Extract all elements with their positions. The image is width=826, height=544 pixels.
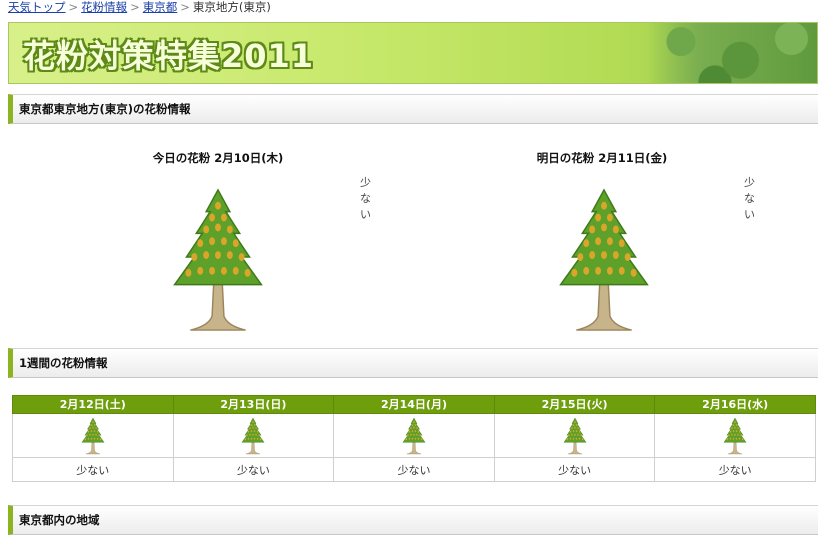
tomorrow-level: 少ない — [744, 176, 755, 221]
pollen-tree-icon — [80, 417, 106, 455]
weekly-level: 少ない — [172, 457, 335, 482]
weekly-date: 2月16日(水) — [654, 395, 816, 414]
banner-title: 花粉対策特集2011 — [23, 37, 315, 75]
section-header-areas: 東京都内の地域 — [8, 505, 818, 535]
weekly-pollen-table: 2月12日(土) 2月13日(日) 2月14日(月) 2月15日(火) 2月16… — [12, 395, 816, 482]
feature-banner: 花粉対策特集2011 — [8, 22, 818, 84]
today-level: 少ない — [360, 176, 371, 221]
weekly-icon-cell — [493, 413, 656, 458]
breadcrumb: 天気トップ > 花粉情報 > 東京都 > 東京地方(東京) — [8, 0, 271, 16]
breadcrumb-separator: > — [130, 0, 140, 14]
tomorrow-title: 明日の花粉 2月11日(金) — [536, 151, 668, 165]
pollen-tree-icon — [401, 417, 427, 455]
forest-image — [647, 23, 817, 83]
weekly-icon-cell — [172, 413, 335, 458]
section-header-region: 東京都東京地方(東京)の花粉情報 — [8, 94, 818, 124]
breadcrumb-separator: > — [68, 0, 79, 14]
pollen-tree-icon — [168, 186, 268, 334]
today-pollen: 今日の花粉 2月10日(木) 少ない — [68, 150, 371, 166]
weekly-level: 少ない — [493, 457, 656, 482]
weekly-icon-cell — [12, 413, 174, 458]
weekly-level-row: 少ない 少ない 少ない 少ない 少ない — [12, 457, 816, 482]
pollen-tree-icon — [554, 186, 654, 334]
breadcrumb-current: 東京地方(東京) — [192, 0, 271, 14]
breadcrumb-link-weather-top[interactable]: 天気トップ — [8, 0, 66, 14]
weekly-date-row: 2月12日(土) 2月13日(日) 2月14日(月) 2月15日(火) 2月16… — [12, 395, 816, 414]
weekly-icon-cell — [333, 413, 495, 458]
tomorrow-pollen: 明日の花粉 2月11日(金) 少ない — [452, 150, 755, 166]
section-header-weekly: 1週間の花粉情報 — [8, 348, 818, 378]
weekly-level: 少ない — [654, 457, 816, 482]
weekly-icon-cell — [654, 413, 816, 458]
weekly-level: 少ない — [333, 457, 495, 482]
today-title: 今日の花粉 2月10日(木) — [152, 151, 284, 165]
weekly-date: 2月13日(日) — [172, 395, 335, 414]
weekly-date: 2月14日(月) — [333, 395, 495, 414]
pollen-tree-icon — [722, 417, 748, 455]
weekly-icon-row — [12, 413, 816, 458]
breadcrumb-link-pollen[interactable]: 花粉情報 — [81, 0, 127, 14]
weekly-date: 2月12日(土) — [12, 395, 174, 414]
breadcrumb-link-tokyo[interactable]: 東京都 — [143, 0, 178, 14]
weekly-level: 少ない — [12, 457, 174, 482]
weekly-date: 2月15日(火) — [493, 395, 656, 414]
pollen-tree-icon — [240, 417, 266, 455]
pollen-tree-icon — [562, 417, 588, 455]
breadcrumb-separator: > — [180, 0, 190, 14]
